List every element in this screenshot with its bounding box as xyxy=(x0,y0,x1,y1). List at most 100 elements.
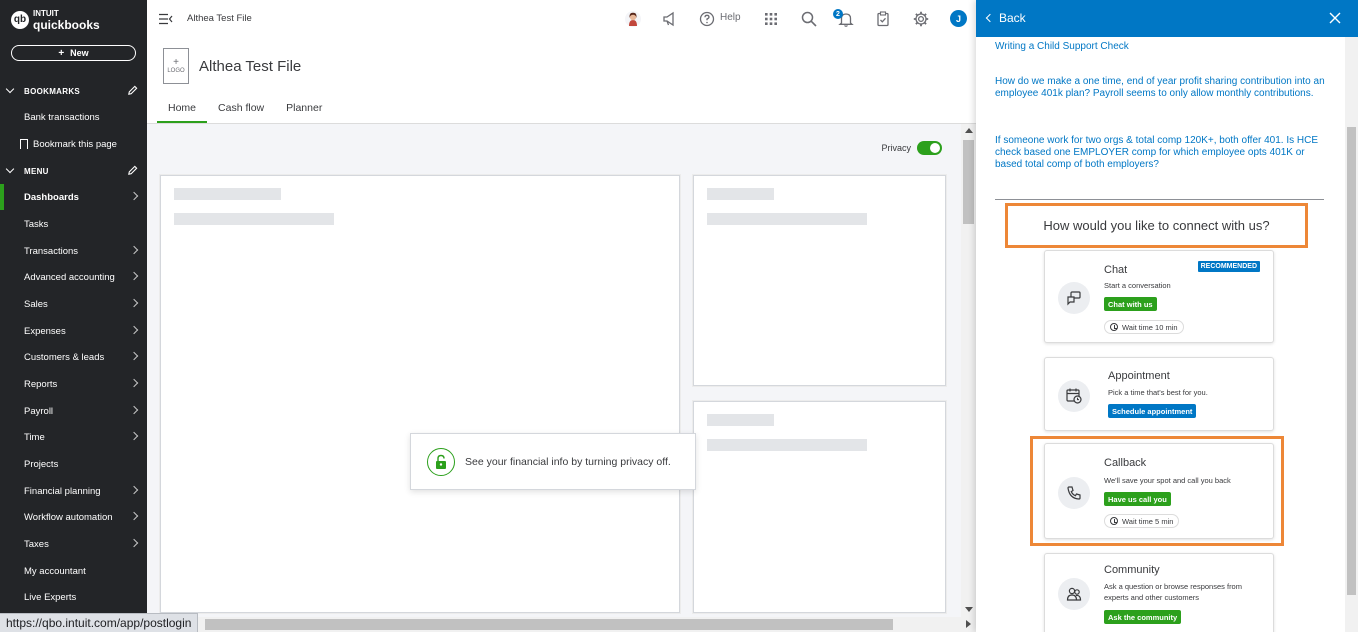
collapse-menu-icon[interactable] xyxy=(159,13,173,25)
chevron-right-icon xyxy=(129,351,139,361)
ask-the-community-button[interactable]: Ask the community xyxy=(1104,610,1182,624)
chat-with-us-button[interactable]: Chat with us xyxy=(1104,297,1157,311)
sidebar-item-expenses[interactable]: Expenses xyxy=(0,318,147,344)
help-label[interactable]: Help xyxy=(720,12,741,23)
gear-icon[interactable] xyxy=(912,10,930,28)
chat-wait-time: Wait time 10 min xyxy=(1104,320,1184,334)
sidebar-item-label: Dashboards xyxy=(24,191,79,203)
sidebar-item-sales[interactable]: Sales xyxy=(0,291,147,317)
logo-placeholder-label: LOGO xyxy=(167,68,185,74)
sidebar-item-label: Bookmark this page xyxy=(33,138,117,150)
help-icon[interactable] xyxy=(698,10,716,28)
sidebar-item-my-accountant[interactable]: My accountant xyxy=(0,558,147,584)
tab-cash-flow[interactable]: Cash flow xyxy=(207,96,275,123)
sidebar-item-workflow-automation[interactable]: Workflow automation xyxy=(0,504,147,530)
sidebar-item-bookmark-this-page[interactable]: Bookmark this page xyxy=(0,131,147,157)
help-article-link[interactable]: How do we make a one time, end of year p… xyxy=(995,76,1330,100)
help-article-link[interactable]: If someone work for two orgs & total com… xyxy=(995,135,1330,171)
wait-time-label: Wait time 10 min xyxy=(1122,322,1178,332)
scroll-right-arrow-icon[interactable] xyxy=(966,620,971,628)
sidebar-item-taxes[interactable]: Taxes xyxy=(0,531,147,557)
chat-description: Start a conversation xyxy=(1104,281,1171,290)
page-title: Althea Test File xyxy=(199,58,302,75)
help-panel: Back Writing a Child Support Check How d… xyxy=(976,0,1358,632)
clock-icon xyxy=(1110,323,1118,331)
main-horizontal-scrollbar[interactable] xyxy=(147,617,976,632)
chat-option-card[interactable]: Chat RECOMMENDED Start a conversation Ch… xyxy=(1044,250,1274,343)
sidebar-item-bank-transactions[interactable]: Bank transactions xyxy=(0,104,147,130)
megaphone-icon[interactable] xyxy=(661,10,679,28)
community-option-card[interactable]: Community Ask a question or browse respo… xyxy=(1044,553,1274,632)
sidebar-item-label: Sales xyxy=(24,298,48,310)
sidebar-item-transactions[interactable]: Transactions xyxy=(0,238,147,264)
chevron-left-icon xyxy=(985,13,995,23)
chevron-right-icon xyxy=(129,191,139,201)
menu-header[interactable]: MENU xyxy=(0,161,147,181)
back-button-label: Back xyxy=(999,11,1026,25)
chevron-right-icon xyxy=(129,431,139,441)
company-logo-placeholder[interactable]: + LOGO xyxy=(163,48,189,84)
close-icon[interactable] xyxy=(1329,12,1341,24)
sidebar-item-tasks[interactable]: Tasks xyxy=(0,211,147,237)
assistant-avatar-icon[interactable] xyxy=(624,10,642,28)
callback-highlight-box xyxy=(1030,436,1284,546)
sidebar-item-label: Tasks xyxy=(24,218,49,230)
sidebar-item-reports[interactable]: Reports xyxy=(0,371,147,397)
scroll-down-arrow-icon[interactable] xyxy=(965,607,973,612)
search-icon[interactable] xyxy=(800,10,818,28)
edit-menu-pencil-icon[interactable] xyxy=(127,165,138,176)
chevron-right-icon xyxy=(129,405,139,415)
sidebar-item-label: Live Experts xyxy=(24,591,77,603)
clipboard-checklist-icon[interactable] xyxy=(874,10,892,28)
help-panel-scrollbar[interactable] xyxy=(1345,37,1358,632)
dashboard-content: Privacy See your financial info by turni… xyxy=(147,124,961,617)
back-button[interactable]: Back xyxy=(985,11,1026,25)
sidebar-item-label: Time xyxy=(24,431,45,443)
scrollbar-thumb[interactable] xyxy=(205,619,893,630)
chat-title: Chat xyxy=(1104,264,1128,276)
help-article-link[interactable]: Writing a Child Support Check xyxy=(995,41,1330,53)
sidebar-item-payroll[interactable]: Payroll xyxy=(0,398,147,424)
loading-placeholder xyxy=(707,188,774,200)
chevron-right-icon xyxy=(129,378,139,388)
tab-planner[interactable]: Planner xyxy=(275,96,333,123)
scroll-up-arrow-icon[interactable] xyxy=(965,128,973,133)
sidebar-item-financial-planning[interactable]: Financial planning xyxy=(0,478,147,504)
sidebar-item-label: My accountant xyxy=(24,565,86,577)
sidebar-item-advanced-accounting[interactable]: Advanced accounting xyxy=(0,264,147,290)
dashboard-widget-large xyxy=(160,175,680,613)
chevron-right-icon xyxy=(129,271,139,281)
dashboard-widget-bottom-right xyxy=(693,401,946,613)
lock-icon xyxy=(427,447,455,476)
apps-grid-icon[interactable] xyxy=(762,10,780,28)
sidebar-item-time[interactable]: Time xyxy=(0,424,147,450)
chevron-right-icon xyxy=(129,538,139,548)
privacy-toggle[interactable] xyxy=(917,141,942,155)
chevron-right-icon xyxy=(129,325,139,335)
sidebar-item-label: Customers & leads xyxy=(24,351,105,363)
new-button[interactable]: + New xyxy=(11,45,136,61)
schedule-appointment-button[interactable]: Schedule appointment xyxy=(1108,404,1197,418)
appointment-option-card[interactable]: Appointment Pick a time that's best for … xyxy=(1044,357,1274,431)
sidebar-item-label: Transactions xyxy=(24,245,79,257)
tab-home[interactable]: Home xyxy=(157,96,208,123)
sidebar-item-label: Bank transactions xyxy=(24,111,100,123)
sidebar-item-customers-leads[interactable]: Customers & leads xyxy=(0,344,147,370)
recommended-badge: RECOMMENDED xyxy=(1197,261,1260,272)
sidebar-item-live-experts[interactable]: Live Experts xyxy=(0,584,147,610)
edit-bookmarks-pencil-icon[interactable] xyxy=(127,85,138,96)
browser-status-url: https://qbo.intuit.com/app/postlogin xyxy=(0,613,199,632)
appointment-title: Appointment xyxy=(1108,370,1170,382)
bookmarks-header[interactable]: BOOKMARKS xyxy=(0,81,147,101)
scrollbar-thumb[interactable] xyxy=(963,140,974,224)
privacy-message: See your financial info by turning priva… xyxy=(465,455,671,468)
sidebar-item-dashboards[interactable]: Dashboards xyxy=(0,184,147,210)
calendar-clock-icon xyxy=(1058,380,1090,412)
user-avatar[interactable]: J xyxy=(950,10,967,27)
quickbooks-logo[interactable]: qb INTUIT quickbooks xyxy=(11,9,100,31)
scrollbar-thumb[interactable] xyxy=(1347,127,1356,595)
sidebar-item-projects[interactable]: Projects xyxy=(0,451,147,477)
main-vertical-scrollbar[interactable] xyxy=(961,124,976,617)
plus-icon: + xyxy=(58,47,65,59)
section-divider xyxy=(995,199,1324,200)
